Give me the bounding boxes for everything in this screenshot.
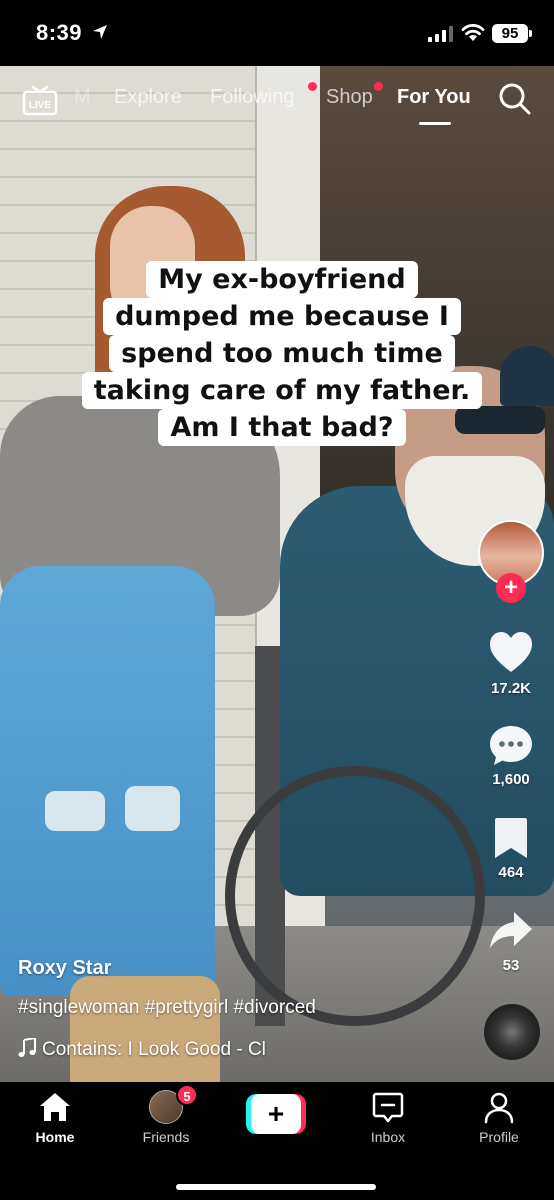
video-caption: My ex-boyfriend dumped me because I spen… (56, 261, 508, 446)
caption-line: Am I that bad? (158, 409, 406, 446)
tab-label: Home (35, 1129, 75, 1145)
wheelchair-wheel (225, 766, 485, 1026)
comment-count: 1,600 (492, 771, 530, 788)
top-nav: LIVE M Explore Following Shop For You (0, 74, 554, 125)
search-icon[interactable] (498, 82, 532, 116)
tab-label: Profile (479, 1129, 519, 1145)
share-icon[interactable] (488, 908, 534, 952)
music-note-icon (18, 1038, 36, 1057)
video-player[interactable]: My ex-boyfriend dumped me because I spen… (0, 66, 554, 1082)
live-label: LIVE (29, 100, 52, 111)
sound-disc-icon[interactable] (484, 1004, 540, 1060)
man-cap (500, 346, 554, 406)
home-icon (40, 1093, 70, 1121)
tab-profile[interactable]: Profile (449, 1090, 549, 1145)
tab-for-you[interactable]: For You (397, 86, 471, 109)
save-count: 464 (498, 864, 524, 881)
create-button[interactable]: + (246, 1094, 306, 1134)
tab-following[interactable]: Following (210, 86, 294, 109)
heart-icon[interactable] (488, 630, 534, 674)
tab-inbox[interactable]: Inbox (338, 1090, 438, 1145)
jeans-rip (125, 786, 180, 831)
profile-icon (484, 1092, 514, 1124)
caption-line: taking care of my father. (81, 372, 483, 409)
author-name[interactable]: Roxy Star (18, 957, 111, 980)
tab-label: Friends (142, 1129, 190, 1145)
tab-home[interactable]: Home (5, 1090, 105, 1145)
location-arrow-icon (93, 25, 107, 39)
active-tab-indicator (419, 122, 451, 125)
cellular-signal-icon (428, 26, 453, 42)
following-notification-dot (308, 82, 317, 91)
bottom-tab-bar: Home 5 Friends + Inbox Profile (0, 1082, 554, 1200)
inbox-icon (372, 1092, 404, 1123)
bookmark-icon[interactable] (488, 816, 534, 860)
nav-item-faded[interactable]: M (74, 86, 91, 109)
status-bar: 8:39 95 (0, 0, 554, 66)
tab-friends[interactable]: 5 Friends (116, 1084, 216, 1145)
tab-label: Inbox (370, 1129, 406, 1145)
comment-icon[interactable] (488, 724, 534, 768)
tab-explore[interactable]: Explore (114, 86, 182, 109)
like-count: 17.2K (490, 680, 532, 697)
friends-badge: 5 (176, 1084, 198, 1106)
home-indicator[interactable] (176, 1184, 376, 1190)
music-label: Contains: I Look Good - Cl (42, 1039, 266, 1060)
jeans-rip (45, 791, 105, 831)
share-count: 53 (502, 957, 520, 974)
woman-boots (70, 976, 220, 1082)
caption-line: spend too much time (109, 335, 455, 372)
caption-line: dumped me because I (103, 298, 461, 335)
woman-jeans (0, 566, 215, 996)
status-time: 8:39 (36, 20, 83, 45)
music-info[interactable]: Contains: I Look Good - Cl (18, 1038, 266, 1061)
post-hashtags[interactable]: #singlewoman #prettygirl #divorced (18, 997, 316, 1019)
create-icon: + (251, 1094, 301, 1134)
tab-shop[interactable]: Shop (326, 86, 373, 109)
follow-button[interactable]: + (496, 573, 526, 603)
caption-line: My ex-boyfriend (146, 261, 418, 298)
battery-indicator: 95 (492, 24, 532, 43)
wifi-icon (461, 24, 485, 41)
shop-notification-dot (374, 82, 383, 91)
live-tv-icon[interactable]: LIVE (22, 84, 58, 116)
